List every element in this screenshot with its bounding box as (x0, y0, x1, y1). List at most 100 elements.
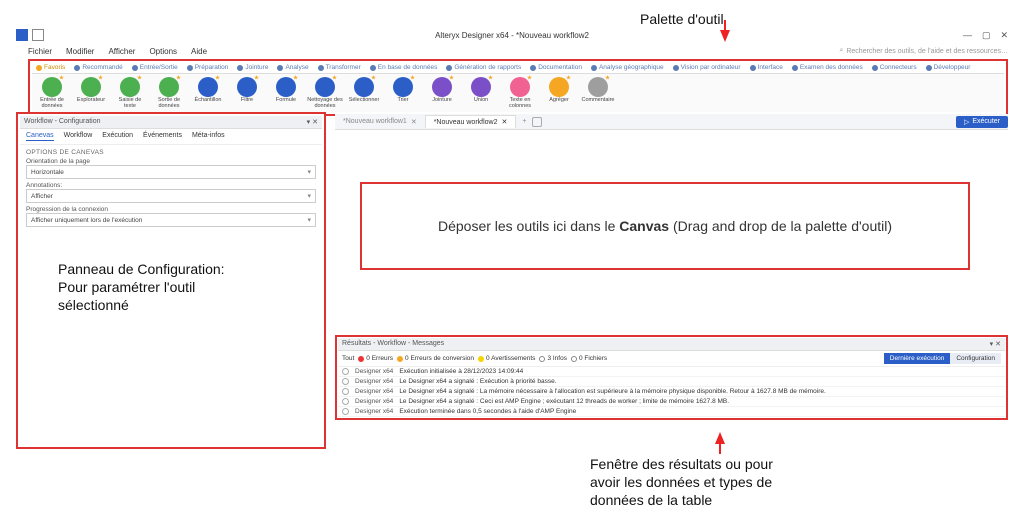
chevron-down-icon: ▾ (307, 168, 311, 176)
subtab-execution[interactable]: Exécution (102, 132, 133, 141)
dot-icon (277, 65, 283, 71)
palette-tab-label: Entrée/Sortie (140, 64, 178, 71)
config-button[interactable]: Configuration (950, 353, 1001, 364)
msg-source: Designer x64 (355, 398, 393, 405)
palette-tool[interactable]: Nettoyage des données (307, 77, 343, 109)
subtab-meta[interactable]: Méta-infos (192, 132, 225, 141)
filter-all[interactable]: Tout (342, 355, 354, 362)
progress-select[interactable]: Afficher uniquement lors de l'exécution▾ (26, 213, 316, 227)
palette-tab[interactable]: Développeur (922, 62, 975, 73)
palette-tabs: Favoris Recommandé Entrée/Sortie Préparatio… (32, 62, 1004, 74)
close-icon[interactable]: ✕ (411, 118, 417, 126)
annotation-line: sélectionné (58, 296, 225, 314)
maximize-button[interactable]: ▢ (982, 30, 991, 41)
msg-text: Exécution initialisée à 28/12/2023 14:09… (399, 368, 523, 375)
palette-tab-label: Développeur (934, 64, 971, 71)
palette-tab-label: Transformer (326, 64, 361, 71)
palette-tab[interactable]: Transformer (314, 62, 365, 73)
tool-icon (42, 77, 62, 97)
panel-controls[interactable]: ▾ ✕ (990, 340, 1001, 348)
close-icon[interactable]: ✕ (502, 118, 508, 126)
result-row[interactable]: Designer x64Le Designer x64 a signalé : … (338, 387, 1005, 397)
add-tab-button[interactable]: + (516, 118, 532, 125)
gear-icon[interactable] (532, 117, 542, 127)
search-box[interactable]: ⌕ Rechercher des outils, de l'aide et de… (839, 47, 1008, 55)
palette-tab[interactable]: Préparation (183, 62, 233, 73)
dot-icon (750, 65, 756, 71)
result-row[interactable]: Designer x64Exécution initialisée à 28/1… (338, 367, 1005, 377)
palette-tool[interactable]: Sélectionner (346, 77, 382, 109)
minimize-button[interactable]: — (963, 30, 972, 41)
msg-text: Le Designer x64 a signalé : Ceci est AMP… (399, 398, 729, 405)
menu-view[interactable]: Afficher (108, 47, 135, 56)
palette-tab[interactable]: Interface (746, 62, 787, 73)
progress-label: Progression de la connexion (26, 206, 316, 213)
palette-tool[interactable]: Filtre (229, 77, 265, 109)
tab-label: *Nouveau workflow1 (343, 118, 407, 125)
palette-tab[interactable]: Connecteurs (868, 62, 921, 73)
annotation-results: Fenêtre des résultats ou pour avoir les … (590, 455, 773, 510)
subtab-workflow[interactable]: Workflow (64, 132, 93, 141)
msg-source: Designer x64 (355, 378, 393, 385)
tool-label: Formule (276, 98, 296, 104)
menu-options[interactable]: Options (149, 47, 177, 56)
canvas-tab-active[interactable]: *Nouveau workflow2✕ (425, 115, 517, 128)
result-row[interactable]: Designer x64 Le Designer x64 a signalé : … (338, 397, 1005, 407)
menu-file[interactable]: Fichier (28, 47, 52, 56)
canvas-tab[interactable]: *Nouveau workflow1 ✕ (335, 116, 425, 128)
tool-icon (393, 77, 413, 97)
palette-tab[interactable]: Jointure (233, 62, 272, 73)
orientation-select[interactable]: Horizontale▾ (26, 165, 316, 179)
run-button[interactable]: ▷Exécuter (956, 116, 1008, 128)
menu-help[interactable]: Aide (191, 47, 207, 56)
filter-conv-errors[interactable]: 0 Erreurs de conversion (397, 355, 474, 362)
palette-tab[interactable]: Vision par ordinateur (669, 62, 745, 73)
chevron-down-icon: ▾ (307, 192, 311, 200)
annotations-select[interactable]: Afficher▾ (26, 189, 316, 203)
filter-errors[interactable]: 0 Erreurs (358, 355, 393, 362)
panel-controls[interactable]: ▾ ✕ (307, 118, 318, 126)
close-button[interactable]: ✕ (1000, 30, 1008, 41)
annotation-line: Pour paramétrer l'outil (58, 278, 225, 296)
menu-edit[interactable]: Modifier (66, 47, 94, 56)
annotation-line: Fenêtre des résultats ou pour (590, 455, 773, 473)
tool-label: Commentaire (581, 98, 614, 104)
search-icon: ⌕ (839, 47, 843, 55)
palette-tab-label: Recommandé (82, 64, 122, 71)
palette-tool[interactable]: Échantillon (190, 77, 226, 109)
dot-icon (926, 65, 932, 71)
palette-tab[interactable]: Génération de rapports (442, 62, 525, 73)
palette-tool[interactable]: Agréger (541, 77, 577, 109)
filter-files[interactable]: 0 Fichiers (571, 355, 607, 362)
palette-tab[interactable]: Examen des données (788, 62, 867, 73)
info-icon (342, 398, 349, 405)
palette-tab[interactable]: Analyse géographique (587, 62, 668, 73)
palette-tool[interactable]: Texte en colonnes (502, 77, 538, 109)
results-filters: Tout 0 Erreurs 0 Erreurs de conversion 0… (338, 351, 1005, 367)
result-row[interactable]: Designer x64Le Designer x64 a signalé : … (338, 377, 1005, 387)
palette-tool[interactable]: Explorateur (73, 77, 109, 109)
palette-tab[interactable]: Recommandé (70, 62, 126, 73)
last-exec-button[interactable]: Dernière exécution (884, 353, 951, 364)
palette-tool[interactable]: Sortie de données (151, 77, 187, 109)
subtab-canevas[interactable]: Canevas (26, 132, 54, 141)
filter-warnings[interactable]: 0 Avertissements (478, 355, 535, 362)
palette-tool[interactable]: Commentaire (580, 77, 616, 109)
search-placeholder: Rechercher des outils, de l'aide et des … (846, 48, 1008, 55)
filter-messages[interactable]: 3 Infos (539, 355, 567, 362)
palette-tool[interactable]: Entrée de données (34, 77, 70, 109)
palette-tab[interactable]: En base de données (366, 62, 442, 73)
result-row[interactable]: Designer x64Exécution terminée dans 0,5 … (338, 407, 1005, 417)
palette-tab[interactable]: Analyse (273, 62, 312, 73)
palette-tool[interactable]: Formule (268, 77, 304, 109)
palette-tool[interactable]: Saisie de texte (112, 77, 148, 109)
palette-tool[interactable]: Trier (385, 77, 421, 109)
subtab-events[interactable]: Événements (143, 132, 182, 141)
palette-tool[interactable]: Union (463, 77, 499, 109)
palette-tab[interactable]: Favoris (32, 62, 69, 73)
palette-tab[interactable]: Entrée/Sortie (128, 62, 182, 73)
palette-tab[interactable]: Documentation (526, 62, 586, 73)
palette-tool[interactable]: Jointure (424, 77, 460, 109)
chevron-down-icon: ▾ (307, 216, 311, 224)
msg-text: Exécution terminée dans 0,5 secondes à l… (399, 408, 576, 415)
